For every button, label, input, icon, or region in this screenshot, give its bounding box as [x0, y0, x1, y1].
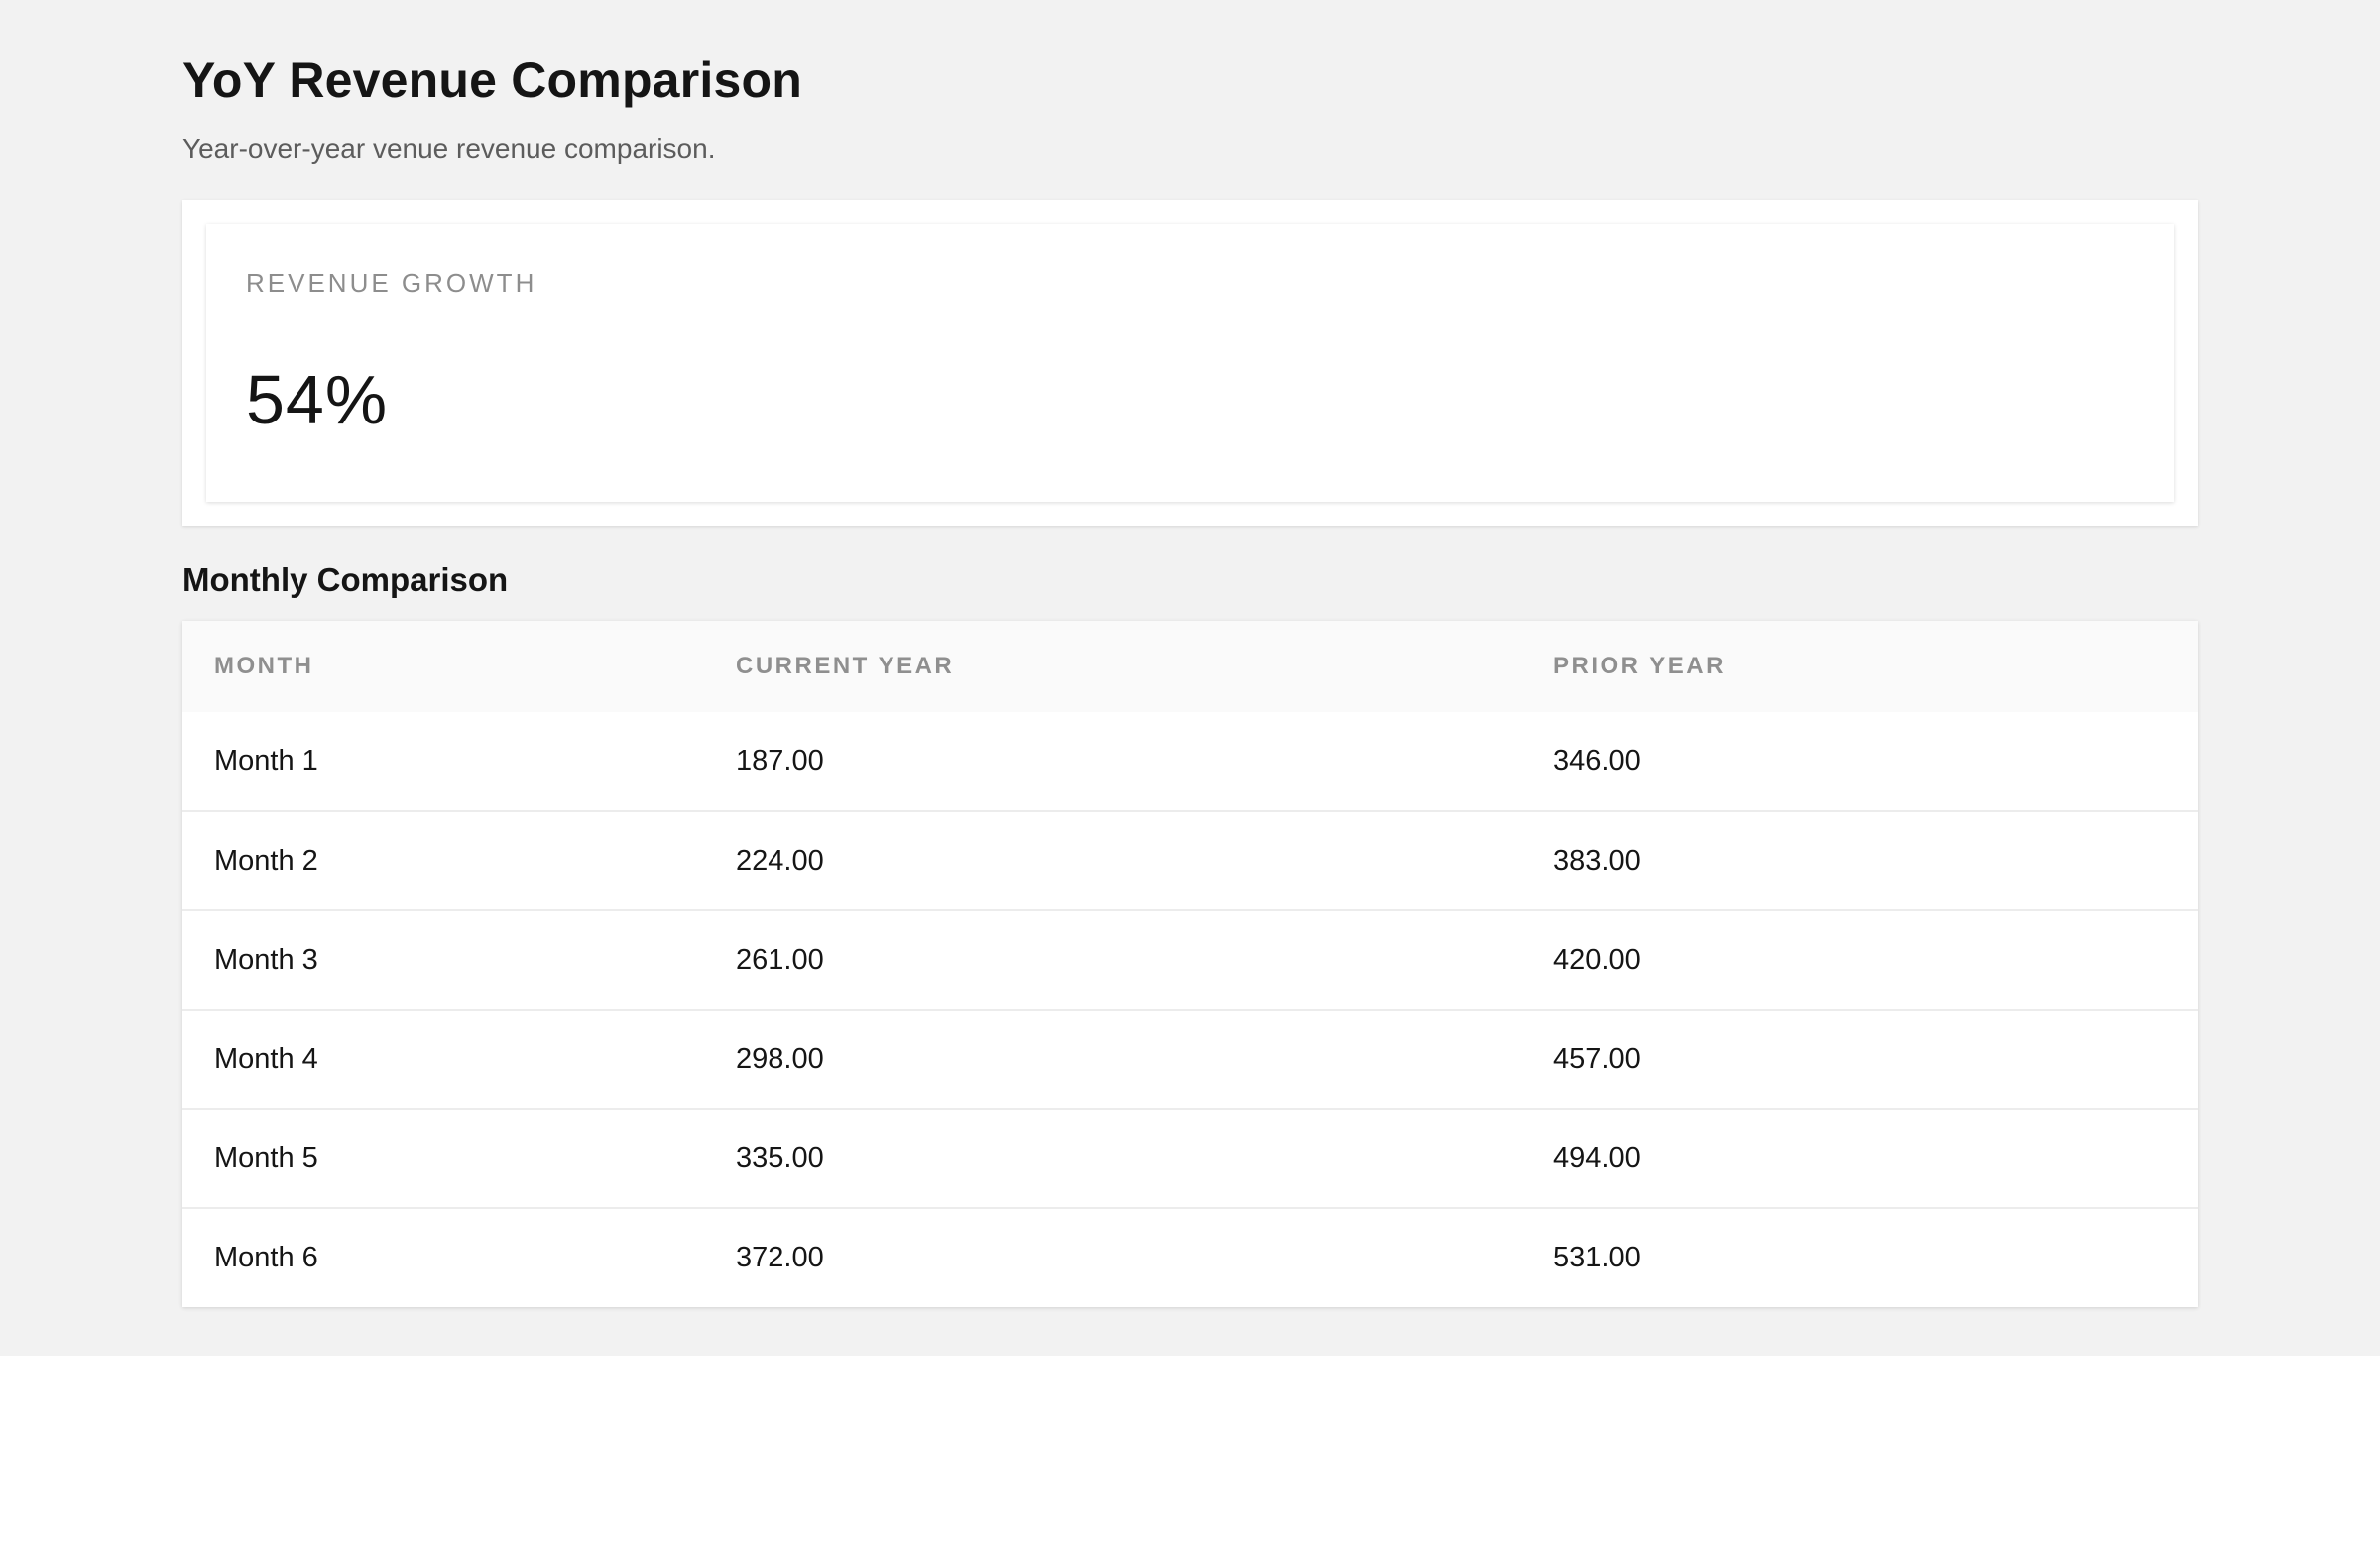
table-row: Month 6 372.00 531.00: [182, 1208, 2198, 1307]
prior-year-cell: 494.00: [1553, 1142, 1641, 1174]
revenue-growth-card: REVENUE GROWTH 54%: [206, 224, 2174, 502]
monthly-comparison-table: MONTH CURRENT YEAR PRIOR YEAR Month 1 18…: [182, 621, 2198, 1307]
table-row: Month 3 261.00 420.00: [182, 910, 2198, 1010]
table-header-row: MONTH CURRENT YEAR PRIOR YEAR: [182, 621, 2198, 712]
current-year-cell: 187.00: [736, 745, 824, 777]
page-background: YoY Revenue Comparison Year-over-year ve…: [0, 0, 2380, 1356]
current-year-cell: 224.00: [736, 844, 824, 877]
prior-year-cell: 457.00: [1553, 1042, 1641, 1075]
page-title: YoY Revenue Comparison: [182, 53, 802, 108]
table-row: Month 5 335.00 494.00: [182, 1109, 2198, 1208]
month-cell: Month 5: [214, 1142, 318, 1174]
table-row: Month 4 298.00 457.00: [182, 1010, 2198, 1109]
section-title: Monthly Comparison: [182, 561, 509, 598]
prior-year-cell: 531.00: [1553, 1242, 1641, 1273]
comparison-table: MONTH CURRENT YEAR PRIOR YEAR Month 1 18…: [182, 621, 2198, 1307]
table-row: Month 2 224.00 383.00: [182, 811, 2198, 910]
table-body: Month 1 187.00 346.00 Month 2 224.00 383…: [182, 712, 2198, 1307]
metric-panel: REVENUE GROWTH 54%: [182, 200, 2198, 526]
current-year-cell: 298.00: [736, 1042, 824, 1075]
column-header-current-year: CURRENT YEAR: [736, 653, 955, 679]
page-subtitle: Year-over-year venue revenue comparison.: [182, 133, 716, 164]
current-year-cell: 372.00: [736, 1242, 824, 1273]
prior-year-cell: 346.00: [1553, 745, 1641, 777]
prior-year-cell: 420.00: [1553, 943, 1641, 976]
month-cell: Month 2: [214, 844, 318, 877]
table-row: Month 1 187.00 346.00: [182, 712, 2198, 811]
month-cell: Month 1: [214, 745, 318, 777]
metric-value: 54%: [246, 361, 389, 438]
current-year-cell: 261.00: [736, 943, 824, 976]
prior-year-cell: 383.00: [1553, 844, 1641, 877]
current-year-cell: 335.00: [736, 1142, 824, 1174]
column-header-month: MONTH: [214, 653, 314, 679]
metric-label: REVENUE GROWTH: [246, 268, 537, 298]
month-cell: Month 6: [214, 1242, 318, 1273]
table-header: MONTH CURRENT YEAR PRIOR YEAR: [182, 621, 2198, 712]
month-cell: Month 3: [214, 943, 318, 976]
column-header-prior-year: PRIOR YEAR: [1553, 653, 1726, 679]
month-cell: Month 4: [214, 1042, 318, 1075]
